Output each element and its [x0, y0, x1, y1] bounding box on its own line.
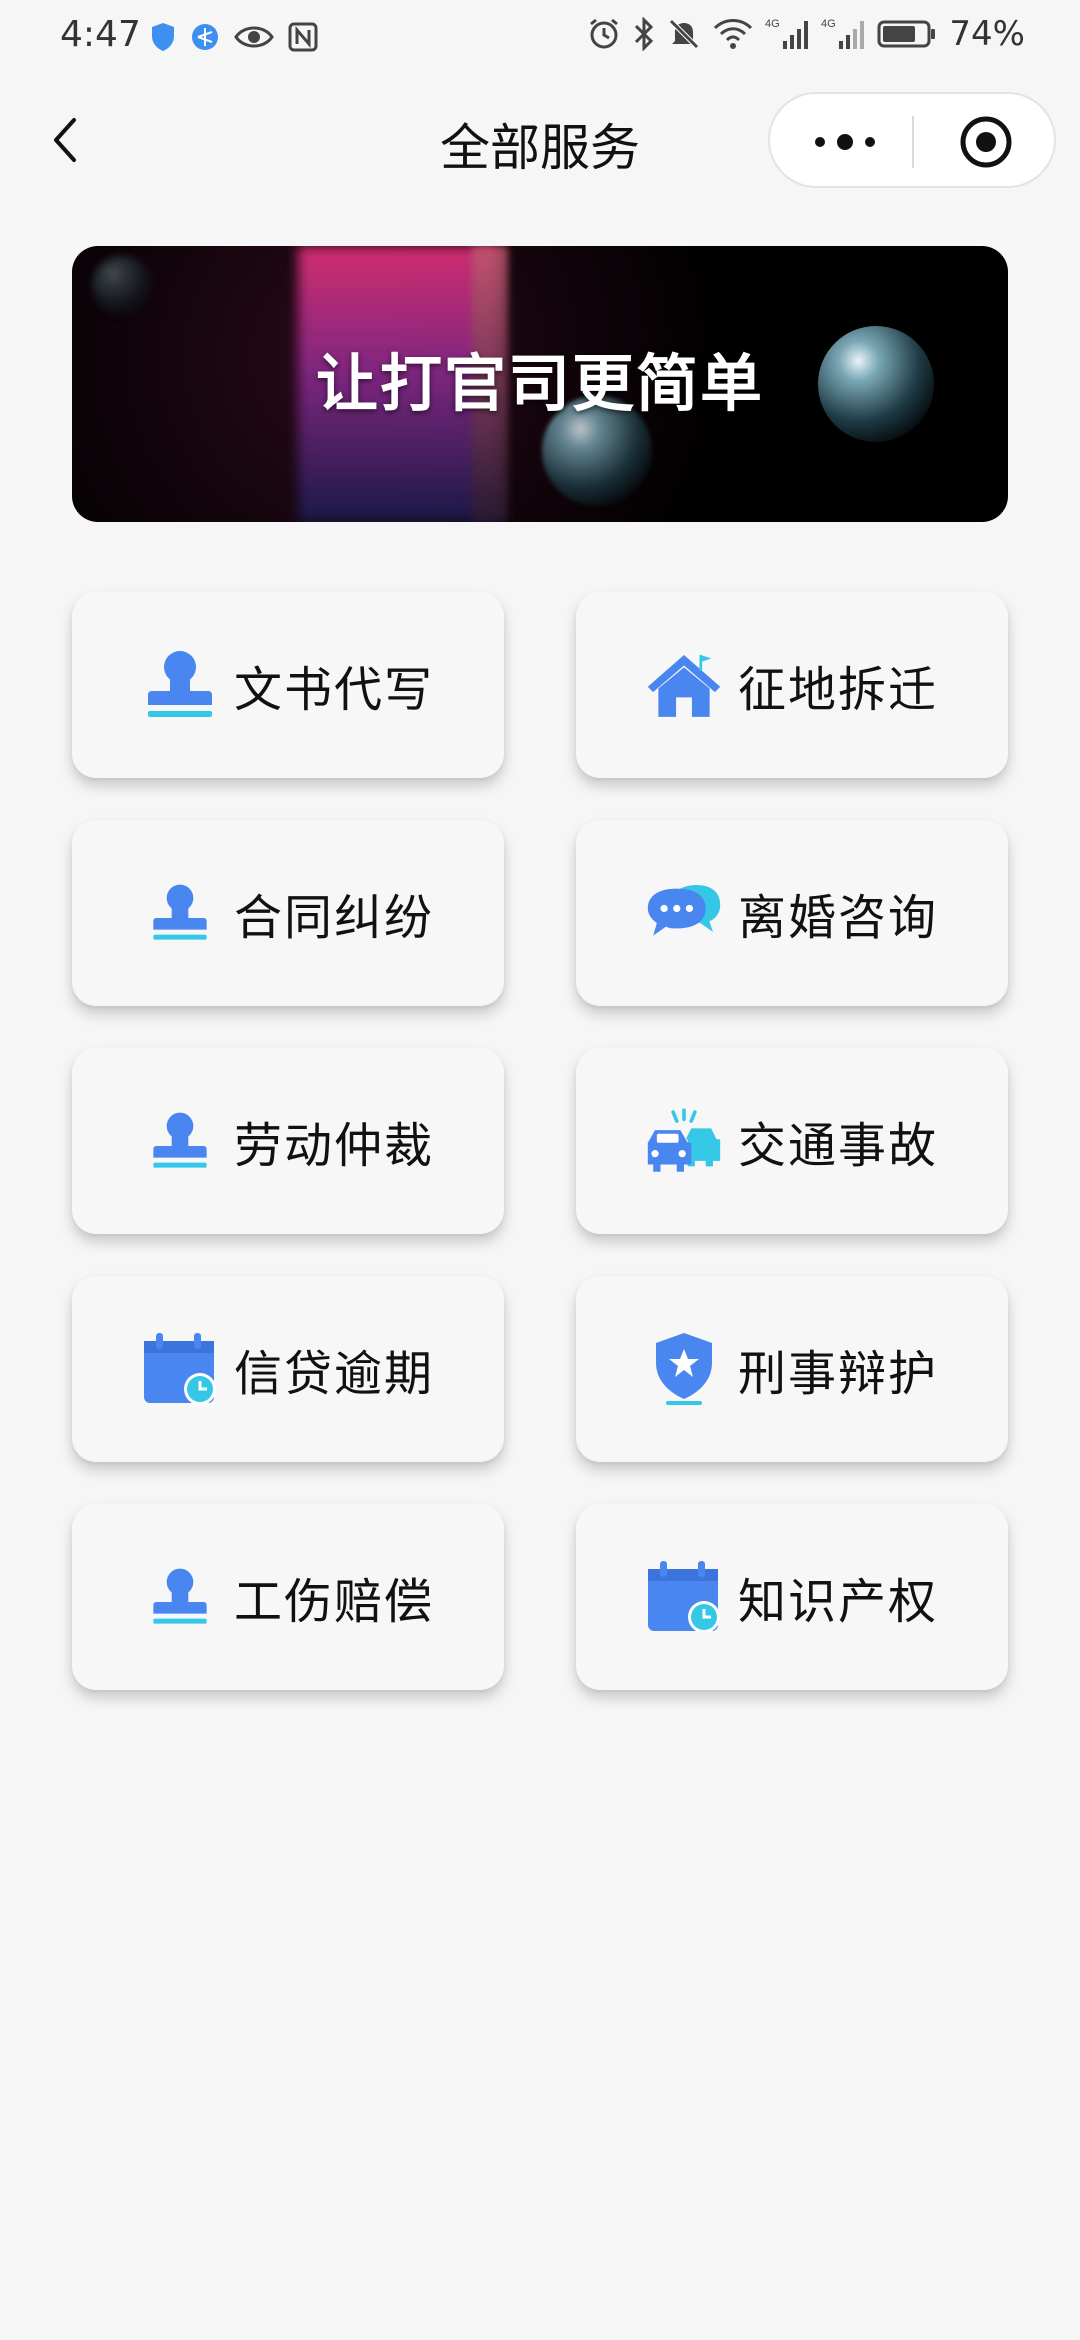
bluetooth-icon — [635, 17, 654, 51]
svg-text:4G: 4G — [821, 18, 836, 30]
banner-text: 让打官司更简单 — [315, 347, 764, 420]
person-stamp-icon — [142, 875, 218, 951]
more-icon[interactable] — [810, 122, 880, 162]
shield-star-icon — [646, 1331, 722, 1407]
service-card-credit-overdue[interactable]: 信贷逾期 — [72, 1276, 504, 1462]
signal-4g-icon: 4G — [765, 18, 809, 49]
service-card-criminal-defense[interactable]: 刑事辩护 — [576, 1276, 1008, 1462]
service-label: 离婚咨询 — [737, 890, 938, 946]
service-card-document-writing[interactable]: 文书代写 — [72, 592, 504, 778]
battery-percent: 74% — [949, 14, 1025, 54]
shield-icon — [152, 23, 174, 51]
house-icon — [646, 647, 722, 723]
service-label: 征地拆迁 — [737, 662, 938, 718]
promo-banner[interactable]: 让打官司更简单 — [72, 246, 1008, 522]
person-stamp-icon — [142, 1559, 218, 1635]
capsule-divider — [912, 116, 914, 168]
calendar-clock-icon — [646, 1559, 722, 1635]
eye-icon — [234, 26, 274, 48]
status-bar: 4:47 4G 4G 74% — [0, 0, 1080, 80]
network-icon — [192, 24, 218, 50]
car-crash-icon — [646, 1103, 722, 1179]
person-stamp-icon — [142, 1103, 218, 1179]
person-stamp-icon — [142, 647, 218, 723]
chat-bubbles-icon — [646, 875, 722, 951]
status-left-icons — [150, 22, 318, 52]
service-label: 刑事辩护 — [737, 1346, 938, 1402]
service-card-divorce-consult[interactable]: 离婚咨询 — [576, 820, 1008, 1006]
mute-icon — [669, 19, 700, 49]
svg-text:4G: 4G — [765, 18, 780, 30]
nav-bar: 全部服务 — [0, 80, 1080, 200]
service-card-work-injury[interactable]: 工伤赔偿 — [72, 1504, 504, 1690]
alarm-icon — [590, 18, 619, 49]
service-card-intellectual-property[interactable]: 知识产权 — [576, 1504, 1008, 1690]
close-target-icon[interactable] — [958, 114, 1014, 170]
service-card-contract-dispute[interactable]: 合同纠纷 — [72, 820, 504, 1006]
status-right-icons: 4G 4G 74% — [587, 14, 1025, 54]
service-label: 合同纠纷 — [233, 890, 434, 946]
mini-program-capsule — [768, 92, 1056, 188]
service-card-land-demolition[interactable]: 征地拆迁 — [576, 592, 1008, 778]
service-label: 信贷逾期 — [233, 1346, 434, 1402]
service-label: 知识产权 — [737, 1574, 938, 1630]
service-label: 劳动仲裁 — [233, 1118, 434, 1174]
nfc-icon — [288, 22, 318, 52]
status-time: 4:47 — [60, 14, 141, 55]
service-label: 交通事故 — [737, 1118, 938, 1174]
service-card-labor-arbitration[interactable]: 劳动仲裁 — [72, 1048, 504, 1234]
battery-icon — [877, 20, 936, 48]
service-card-traffic-accident[interactable]: 交通事故 — [576, 1048, 1008, 1234]
calendar-clock-icon — [142, 1331, 218, 1407]
service-label: 工伤赔偿 — [233, 1574, 434, 1630]
wifi-icon — [714, 19, 753, 49]
signal-4g-icon: 4G — [821, 18, 865, 49]
service-label: 文书代写 — [233, 662, 434, 718]
